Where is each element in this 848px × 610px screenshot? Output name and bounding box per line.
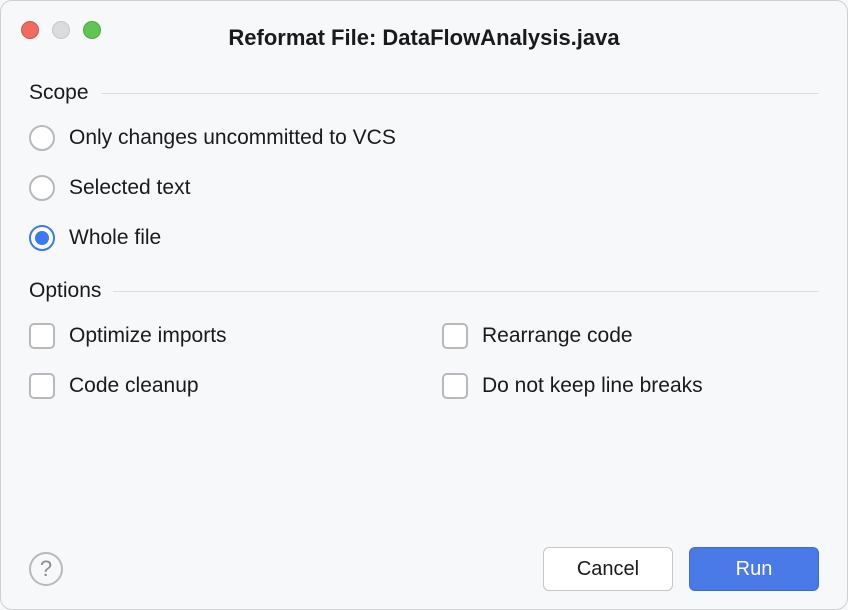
help-glyph: ? bbox=[40, 556, 52, 582]
checkbox-icon[interactable] bbox=[442, 323, 468, 349]
maximize-icon[interactable] bbox=[83, 21, 101, 39]
option-keep-line-breaks[interactable]: Do not keep line breaks bbox=[434, 371, 819, 401]
radio-icon[interactable] bbox=[29, 225, 55, 251]
checkbox-label: Code cleanup bbox=[69, 374, 199, 398]
radio-icon[interactable] bbox=[29, 125, 55, 151]
option-optimize-imports[interactable]: Optimize imports bbox=[29, 321, 414, 351]
scope-option-whole-file[interactable]: Whole file bbox=[29, 223, 819, 253]
button-label: Cancel bbox=[577, 558, 639, 581]
window-controls bbox=[21, 21, 101, 39]
close-icon[interactable] bbox=[21, 21, 39, 39]
checkbox-icon[interactable] bbox=[29, 373, 55, 399]
divider bbox=[113, 291, 819, 292]
minimize-icon[interactable] bbox=[52, 21, 70, 39]
run-button[interactable]: Run bbox=[689, 547, 819, 591]
scope-option-selected-text[interactable]: Selected text bbox=[29, 173, 819, 203]
options-section: Options Optimize imports Rearrange code … bbox=[29, 279, 819, 401]
titlebar: Reformat File: DataFlowAnalysis.java bbox=[1, 1, 847, 57]
checkbox-label: Optimize imports bbox=[69, 324, 227, 348]
option-code-cleanup[interactable]: Code cleanup bbox=[29, 371, 414, 401]
checkbox-icon[interactable] bbox=[442, 373, 468, 399]
divider bbox=[101, 93, 819, 94]
radio-icon[interactable] bbox=[29, 175, 55, 201]
checkbox-label: Rearrange code bbox=[482, 324, 633, 348]
options-label: Options bbox=[29, 279, 101, 303]
scope-section: Scope Only changes uncommitted to VCS Se… bbox=[29, 81, 819, 253]
dialog-content: Scope Only changes uncommitted to VCS Se… bbox=[1, 57, 847, 401]
dialog-title: Reformat File: DataFlowAnalysis.java bbox=[1, 7, 847, 51]
checkbox-icon[interactable] bbox=[29, 323, 55, 349]
help-icon[interactable]: ? bbox=[29, 552, 63, 586]
cancel-button[interactable]: Cancel bbox=[543, 547, 673, 591]
scope-label: Scope bbox=[29, 81, 89, 105]
scope-header: Scope bbox=[29, 81, 819, 105]
button-label: Run bbox=[736, 558, 773, 581]
scope-option-vcs[interactable]: Only changes uncommitted to VCS bbox=[29, 123, 819, 153]
option-rearrange-code[interactable]: Rearrange code bbox=[434, 321, 819, 351]
radio-label: Selected text bbox=[69, 176, 190, 200]
checkbox-label: Do not keep line breaks bbox=[482, 374, 703, 398]
options-grid: Optimize imports Rearrange code Code cle… bbox=[29, 321, 819, 401]
reformat-dialog: Reformat File: DataFlowAnalysis.java Sco… bbox=[0, 0, 848, 610]
dialog-footer: ? Cancel Run bbox=[29, 547, 819, 591]
options-header: Options bbox=[29, 279, 819, 303]
radio-label: Only changes uncommitted to VCS bbox=[69, 126, 396, 150]
radio-label: Whole file bbox=[69, 226, 161, 250]
button-group: Cancel Run bbox=[543, 547, 819, 591]
